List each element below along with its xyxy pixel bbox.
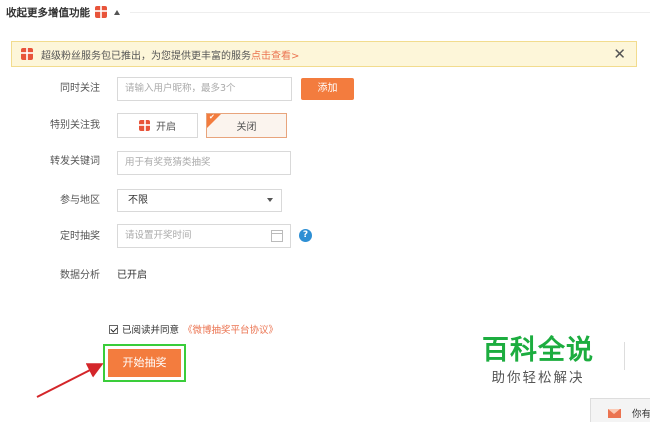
repost-keyword-input[interactable]: 用于有奖竞猜类抽奖: [117, 151, 291, 175]
region-value: 不限: [128, 195, 148, 206]
data-analysis-label: 数据分析: [60, 270, 100, 281]
region-select[interactable]: 不限: [117, 189, 282, 212]
watermark: 百科全说 助你轻松解决: [482, 334, 594, 388]
gift-icon: [139, 120, 151, 132]
scheduled-draw-label: 定时抽奖: [60, 231, 100, 242]
repost-keyword-label: 转发关键词: [50, 156, 100, 167]
data-analysis-value: 已开启: [117, 270, 147, 281]
start-draw-button[interactable]: 开始抽奖: [108, 349, 181, 377]
close-icon[interactable]: ✕: [613, 46, 626, 62]
special-follow-off-button[interactable]: ✔ 关闭: [206, 113, 287, 138]
notice-bar: 超级粉丝服务包已推出，为您提供更丰富的服务 点击查看> ✕: [11, 41, 637, 67]
agreement-text: 已阅读并同意: [122, 325, 180, 336]
chat-tab-text: 你有: [632, 409, 650, 420]
calendar-icon[interactable]: [271, 230, 283, 242]
notice-text: 超级粉丝服务包已推出，为您提供更丰富的服务: [41, 50, 251, 62]
follow-label: 同时关注: [60, 83, 100, 94]
envelope-icon: [608, 408, 621, 418]
scheduled-draw-placeholder: 请设置开奖时间: [125, 230, 192, 241]
special-follow-on-button[interactable]: 开启: [117, 113, 198, 138]
gift-icon: [21, 48, 33, 60]
follow-user-input[interactable]: 请输入用户昵称，最多3个: [117, 77, 292, 101]
gift-icon: [95, 6, 107, 18]
divider: [624, 342, 625, 370]
watermark-title: 百科全说: [482, 335, 594, 366]
scheduled-draw-input[interactable]: 请设置开奖时间: [117, 224, 291, 248]
chat-tab[interactable]: 你有: [590, 398, 650, 422]
off-label: 关闭: [236, 122, 257, 133]
notice-link[interactable]: 点击查看>: [251, 47, 299, 62]
red-arrow-annotation: [36, 363, 104, 398]
collapse-toggle[interactable]: 收起更多增值功能: [6, 2, 120, 22]
agreement-row: 已阅读并同意 《微博抽奖平台协议》: [109, 322, 278, 336]
divider: [130, 12, 650, 13]
agreement-checkbox[interactable]: [109, 324, 118, 334]
on-label: 开启: [156, 122, 176, 133]
chevron-down-icon: [267, 198, 273, 202]
collapse-label: 收起更多增值功能: [6, 6, 90, 19]
special-follow-label: 特别关注我: [50, 120, 100, 131]
region-label: 参与地区: [60, 195, 100, 206]
agreement-link[interactable]: 《微博抽奖平台协议》: [183, 322, 278, 336]
check-icon: ✔: [209, 113, 215, 121]
help-icon[interactable]: ?: [299, 229, 312, 242]
start-button-highlight: 开始抽奖: [103, 344, 186, 382]
add-button[interactable]: 添加: [301, 78, 354, 100]
caret-up-icon: [114, 9, 120, 15]
watermark-subtitle: 助你轻松解决: [491, 370, 585, 386]
